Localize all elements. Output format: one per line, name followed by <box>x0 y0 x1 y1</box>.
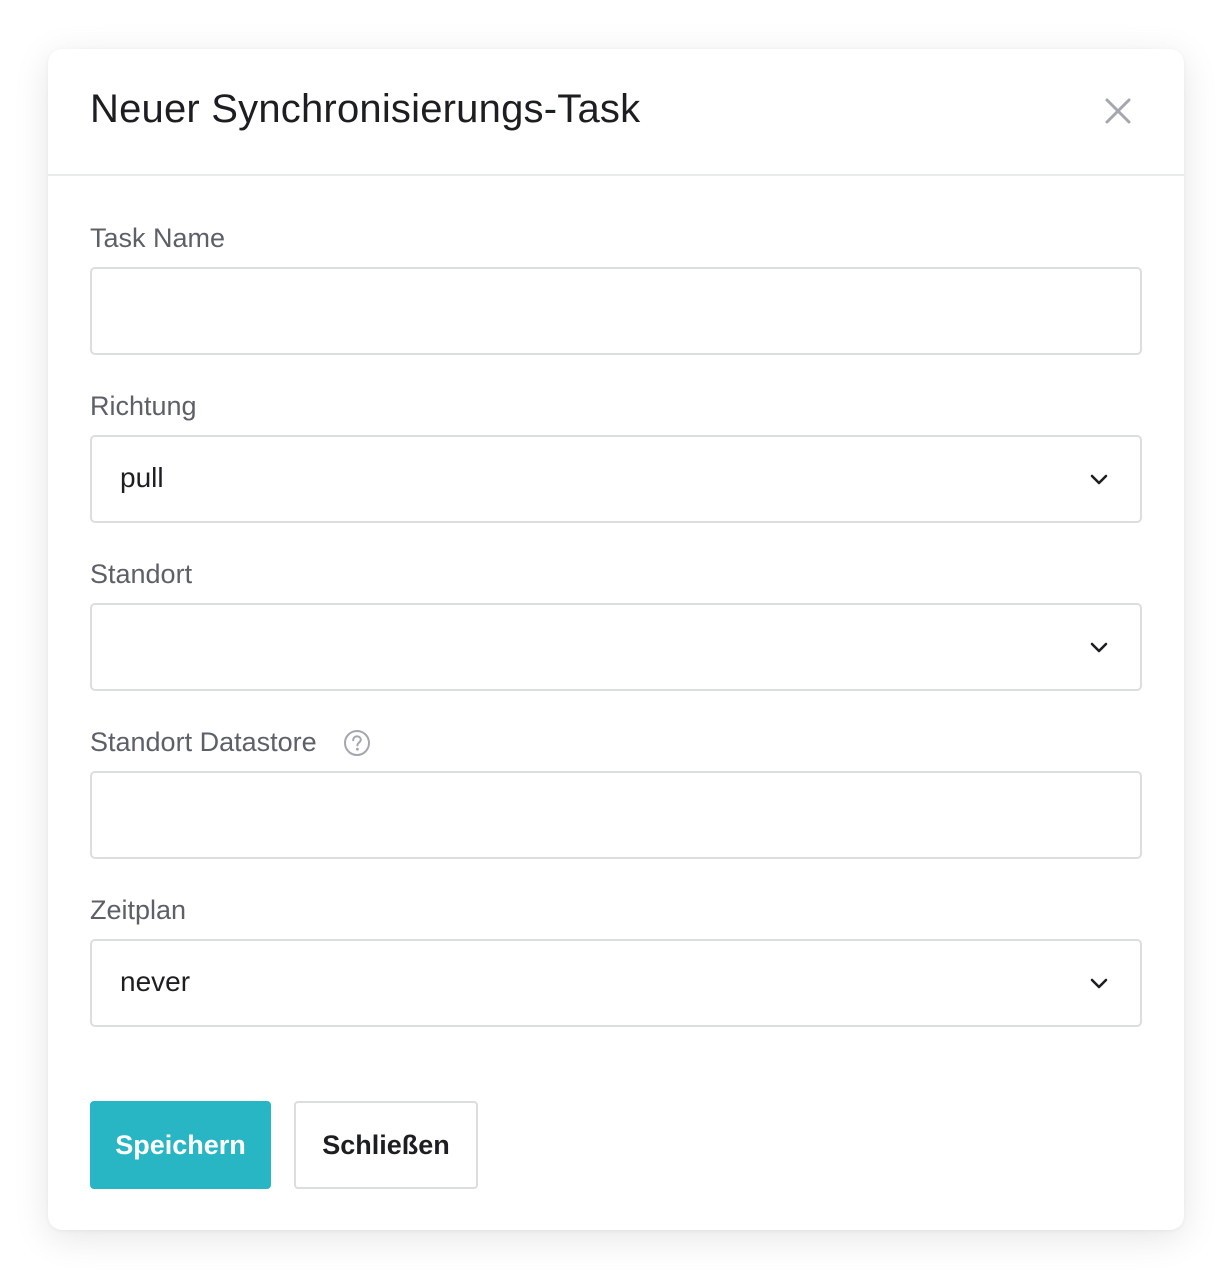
richtung-selected-value: pull <box>120 462 164 493</box>
chevron-down-icon <box>1090 474 1108 485</box>
sync-task-dialog: Neuer Synchronisierungs-Task Task Name R… <box>48 49 1184 1230</box>
task-name-field[interactable] <box>90 267 1142 355</box>
close-dialog-button[interactable] <box>1098 91 1138 131</box>
save-button[interactable]: Speichern <box>90 1101 271 1189</box>
standort-datastore-input[interactable] <box>92 773 1140 857</box>
zeitplan-select[interactable]: never <box>90 939 1142 1027</box>
question-circle-icon[interactable] <box>343 729 371 757</box>
chevron-down-icon <box>1090 978 1108 989</box>
task-name-label: Task Name <box>90 223 226 253</box>
standort-label: Standort <box>90 559 193 589</box>
dialog-title: Neuer Synchronisierungs-Task <box>90 87 641 131</box>
richtung-select[interactable]: pull <box>90 435 1142 523</box>
standort-datastore-field[interactable] <box>90 771 1142 859</box>
zeitplan-label: Zeitplan <box>90 895 187 925</box>
standort-datastore-label: Standort Datastore <box>90 727 317 757</box>
dialog-header: Neuer Synchronisierungs-Task <box>48 49 1184 176</box>
richtung-label: Richtung <box>90 391 197 421</box>
chevron-down-icon <box>1090 642 1108 653</box>
zeitplan-selected-value: never <box>120 966 191 997</box>
close-icon <box>1105 98 1131 124</box>
task-name-input[interactable] <box>92 269 1140 353</box>
close-button[interactable]: Schließen <box>294 1101 478 1189</box>
standort-select[interactable] <box>90 603 1142 691</box>
